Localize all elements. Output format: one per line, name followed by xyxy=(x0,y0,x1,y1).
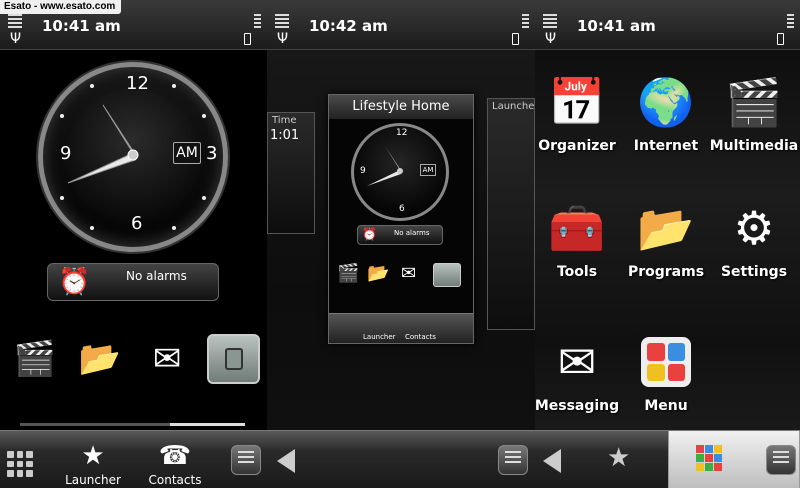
status-time: 10:41 am xyxy=(577,17,656,35)
alarm-button[interactable]: ⏰ No alarms xyxy=(47,263,219,301)
back-arrow-icon[interactable] xyxy=(543,449,561,473)
grid-icon xyxy=(7,451,33,477)
alarm-clock-icon: ⏰ xyxy=(362,227,377,241)
lock-icon xyxy=(433,263,461,287)
watermark: Esato - www.esato.com xyxy=(0,0,122,14)
clapper-camera-icon: 🎬 xyxy=(337,263,360,284)
toolbox-icon: 🧰 xyxy=(548,200,606,255)
main-menu-panel: Ψ 10:41 am 📅 Organizer 🌍 Internet 🎬 Mult… xyxy=(535,0,800,488)
analog-clock[interactable]: 12 3 6 9 AM xyxy=(38,62,228,252)
clapper-camera-icon: 🎬 xyxy=(725,74,783,129)
bottom-toolbar: ★ xyxy=(535,430,800,488)
contacts-button[interactable]: ☎ Contacts xyxy=(140,431,210,488)
mini-contacts-label: Contacts xyxy=(405,333,436,341)
mini-launcher-label: Launcher xyxy=(363,333,396,341)
folder-icon: 📂 xyxy=(637,200,695,255)
contacts-phone-icon: ☎ xyxy=(158,441,192,471)
calendar-icon: 📅 xyxy=(548,74,606,129)
mini-numeral-6: 6 xyxy=(399,204,405,214)
app-label: Tools xyxy=(556,264,598,280)
launcher-label: Launcher xyxy=(65,473,121,487)
back-arrow-icon[interactable] xyxy=(277,449,295,473)
app-label: Organizer xyxy=(538,138,616,154)
contacts-label: Contacts xyxy=(148,473,202,487)
multimedia-shortcut[interactable]: 🎬 xyxy=(10,334,60,384)
envelope-phone-icon: ✉ xyxy=(557,335,597,389)
lock-icon xyxy=(224,348,243,370)
lifestyle-home-card[interactable]: Lifestyle Home 12 3 6 9 AM ⏰ No alarms 🎬… xyxy=(328,94,474,344)
page-scroll-indicator[interactable] xyxy=(20,423,245,426)
time-card-time: 1:01 xyxy=(270,128,300,143)
launcher-card-header: Launcher xyxy=(492,101,535,112)
launcher-star-icon: ★ xyxy=(81,441,105,471)
options-button[interactable] xyxy=(498,445,528,475)
folder-icon: 📂 xyxy=(78,339,122,379)
app-grid-button[interactable] xyxy=(5,431,35,488)
bottom-toolbar: ★ Launcher ☎ Contacts xyxy=(0,430,267,488)
mini-clock-ampm: AM xyxy=(420,164,436,176)
app-multimedia[interactable]: 🎬 Multimedia xyxy=(709,70,799,155)
signal-strength-icon: Ψ xyxy=(275,14,289,48)
app-tools[interactable]: 🧰 Tools xyxy=(535,196,622,281)
card-title: Lifestyle Home xyxy=(329,95,473,119)
time-card-left[interactable]: Time 1:01 xyxy=(267,112,315,234)
clock-numeral-9: 9 xyxy=(60,143,72,164)
gear-icon: ⚙ xyxy=(733,201,775,255)
alarm-clock-icon: ⏰ xyxy=(58,267,91,297)
status-time: 10:41 am xyxy=(42,17,121,35)
status-time: 10:42 am xyxy=(309,17,388,35)
launcher-button[interactable]: ★ Launcher xyxy=(58,431,128,488)
battery-icon xyxy=(243,14,261,48)
clapper-camera-icon: 🎬 xyxy=(13,339,57,379)
lifestyle-switcher-panel: Ψ 10:42 am Time 1:01 Lifestyle Home 12 3… xyxy=(267,0,535,488)
clock-numeral-3: 3 xyxy=(206,143,218,164)
home-screen-panel: Ψ 10:41 am 12 3 6 9 AM ⏰ No alarms 🎬 📂 ✉… xyxy=(0,0,267,488)
menu-tiles-icon xyxy=(621,330,711,394)
envelope-icon: ✉ xyxy=(152,339,182,379)
signal-strength-icon: Ψ xyxy=(543,14,557,48)
bottom-toolbar xyxy=(267,430,535,488)
mini-toolbar: Launcher Contacts xyxy=(329,313,473,343)
battery-icon xyxy=(511,14,529,48)
app-label: Programs xyxy=(627,264,705,280)
app-label: Multimedia xyxy=(709,138,799,154)
messaging-shortcut[interactable]: ✉ xyxy=(142,334,192,384)
clock-numeral-6: 6 xyxy=(131,213,143,234)
app-label: Internet xyxy=(633,138,699,154)
app-settings[interactable]: ⚙ Settings xyxy=(709,196,799,280)
options-button[interactable] xyxy=(231,445,261,475)
battery-icon xyxy=(776,14,794,48)
status-bar: Ψ 10:42 am xyxy=(267,0,535,50)
lock-button[interactable] xyxy=(207,334,260,384)
alarm-label: No alarms xyxy=(126,269,187,283)
app-internet[interactable]: 🌍 Internet xyxy=(621,70,711,155)
signal-strength-icon: Ψ xyxy=(8,14,22,48)
clock-ampm: AM xyxy=(173,142,201,164)
launcher-star-icon: ★ xyxy=(607,443,631,473)
app-programs[interactable]: 📂 Programs xyxy=(621,196,711,281)
app-menu[interactable]: Menu xyxy=(621,330,711,414)
options-button[interactable] xyxy=(766,445,796,475)
globe-icon: 🌍 xyxy=(637,74,695,129)
app-label: Messaging xyxy=(535,398,620,414)
launcher-card-right[interactable]: Launcher xyxy=(487,98,535,330)
mini-numeral-12: 12 xyxy=(396,128,408,138)
menu-mosaic-icon xyxy=(696,445,722,471)
status-bar: Ψ 10:41 am xyxy=(535,0,800,50)
app-label: Menu xyxy=(644,398,688,414)
mini-alarm-label: No alarms xyxy=(394,229,430,237)
mini-numeral-9: 9 xyxy=(360,166,366,176)
app-label: Settings xyxy=(720,264,788,280)
mini-analog-clock: 12 3 6 9 AM xyxy=(351,123,449,221)
folder-icon: 📂 xyxy=(367,263,390,284)
app-organizer[interactable]: 📅 Organizer xyxy=(535,70,622,155)
mini-alarm-bar: ⏰ No alarms xyxy=(357,225,443,245)
clock-numeral-12: 12 xyxy=(126,73,149,94)
programs-shortcut[interactable]: 📂 xyxy=(75,334,125,384)
time-card-header: Time xyxy=(272,115,297,126)
envelope-icon: ✉ xyxy=(401,263,417,284)
launcher-tab[interactable]: ★ xyxy=(607,443,651,477)
app-messaging[interactable]: ✉ Messaging xyxy=(535,330,622,414)
